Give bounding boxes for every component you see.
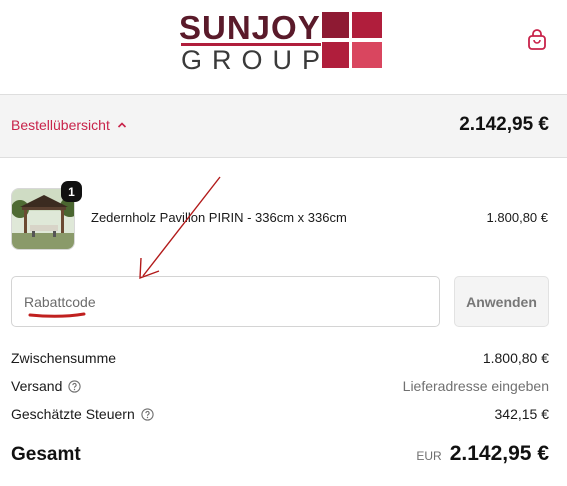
shipping-value: Lieferadresse eingeben <box>402 378 549 394</box>
apply-discount-button[interactable]: Anwenden <box>454 276 549 327</box>
sunjoy-group-logo[interactable]: SUNJOY GROUP <box>179 9 383 75</box>
shipping-label: Versand <box>11 378 63 394</box>
help-circle-icon[interactable] <box>68 379 82 393</box>
shipping-label-group: Versand <box>11 378 82 394</box>
grand-total-row: Gesamt EUR 2.142,95 € <box>11 442 549 472</box>
order-summary-toggle[interactable]: Bestellübersicht <box>11 117 127 133</box>
cart-line-item: 1 Zedernholz Pavillon PIRIN - 336cm x 33… <box>11 181 551 252</box>
quantity-badge: 1 <box>61 181 82 202</box>
product-price: 1.800,80 € <box>486 210 548 225</box>
subtotal-label: Zwischensumme <box>11 350 117 366</box>
shopping-bag-icon[interactable] <box>526 28 548 52</box>
subtotal-value: 1.800,80 € <box>482 350 549 366</box>
logo-wordmark-bottom: GROUP <box>181 45 331 75</box>
annotation-arrowhead <box>139 257 160 280</box>
logo-wordmark-top: SUNJOY <box>179 9 321 46</box>
site-header: SUNJOY GROUP <box>0 0 567 94</box>
product-name: Zedernholz Pavillon PIRIN - 336cm x 336c… <box>91 210 347 225</box>
logo-squares-mark <box>322 12 382 70</box>
total-label: Gesamt <box>11 444 81 465</box>
summary-total-price: 2.142,95 € <box>459 114 549 135</box>
tax-value: 342,15 € <box>494 406 550 422</box>
help-circle-icon[interactable] <box>141 407 154 421</box>
chevron-up-icon <box>117 122 126 128</box>
shipping-row: Versand Lieferadresse eingeben <box>11 378 549 396</box>
total-amount: 2.142,95 € <box>449 442 549 465</box>
discount-code-input[interactable] <box>11 276 440 327</box>
tax-label: Geschätzte Steuern <box>11 406 135 422</box>
subtotal-row: Zwischensumme 1.800,80 € <box>11 350 549 368</box>
order-summary-label: Bestellübersicht <box>11 117 110 133</box>
order-summary-toggle-bar[interactable]: Bestellübersicht 2.142,95 € <box>0 94 567 158</box>
total-amount-group: EUR 2.142,95 € <box>416 442 549 466</box>
currency-code: EUR <box>416 449 442 463</box>
tax-row: Geschätzte Steuern 342,15 € <box>11 406 549 424</box>
tax-label-group: Geschätzte Steuern <box>11 406 154 422</box>
